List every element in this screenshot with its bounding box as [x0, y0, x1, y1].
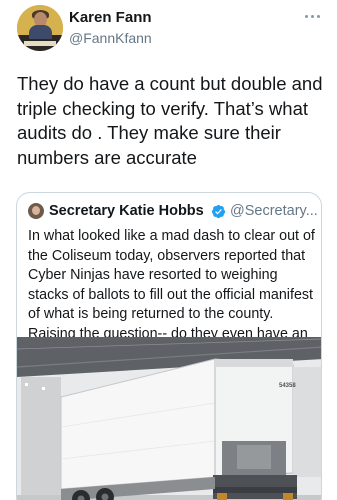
tweet-card[interactable]: Karen Fann @FannKfann They do have a cou…	[0, 0, 337, 500]
quoted-author-handle-time[interactable]: @Secretary... · 2h	[230, 203, 321, 219]
truck-number-label: 54358	[279, 383, 296, 389]
author-name[interactable]: Karen Fann	[69, 9, 152, 26]
quoted-author-avatar[interactable]	[28, 203, 44, 219]
quoted-tweet[interactable]: Secretary Katie Hobbs @Secretary... · 2h…	[16, 192, 322, 500]
avatar-nameplate	[24, 41, 56, 46]
avatar-shoulders	[29, 25, 52, 39]
author-handle[interactable]: @FannKfann	[69, 30, 152, 46]
more-dot	[317, 15, 320, 18]
more-horizontal-icon[interactable]	[304, 11, 322, 21]
quoted-tweet-header: Secretary Katie Hobbs @Secretary... · 2h	[28, 202, 321, 222]
quoted-avatar-face	[32, 206, 40, 215]
verified-badge-icon	[211, 204, 226, 219]
more-dot	[311, 15, 314, 18]
quoted-tweet-photo[interactable]: 54358	[17, 337, 322, 500]
tweet-text: They do have a count but double and trip…	[17, 73, 323, 168]
more-dot	[305, 15, 308, 18]
quoted-author-name[interactable]: Secretary Katie Hobbs	[49, 203, 204, 219]
author-avatar[interactable]	[17, 5, 63, 51]
